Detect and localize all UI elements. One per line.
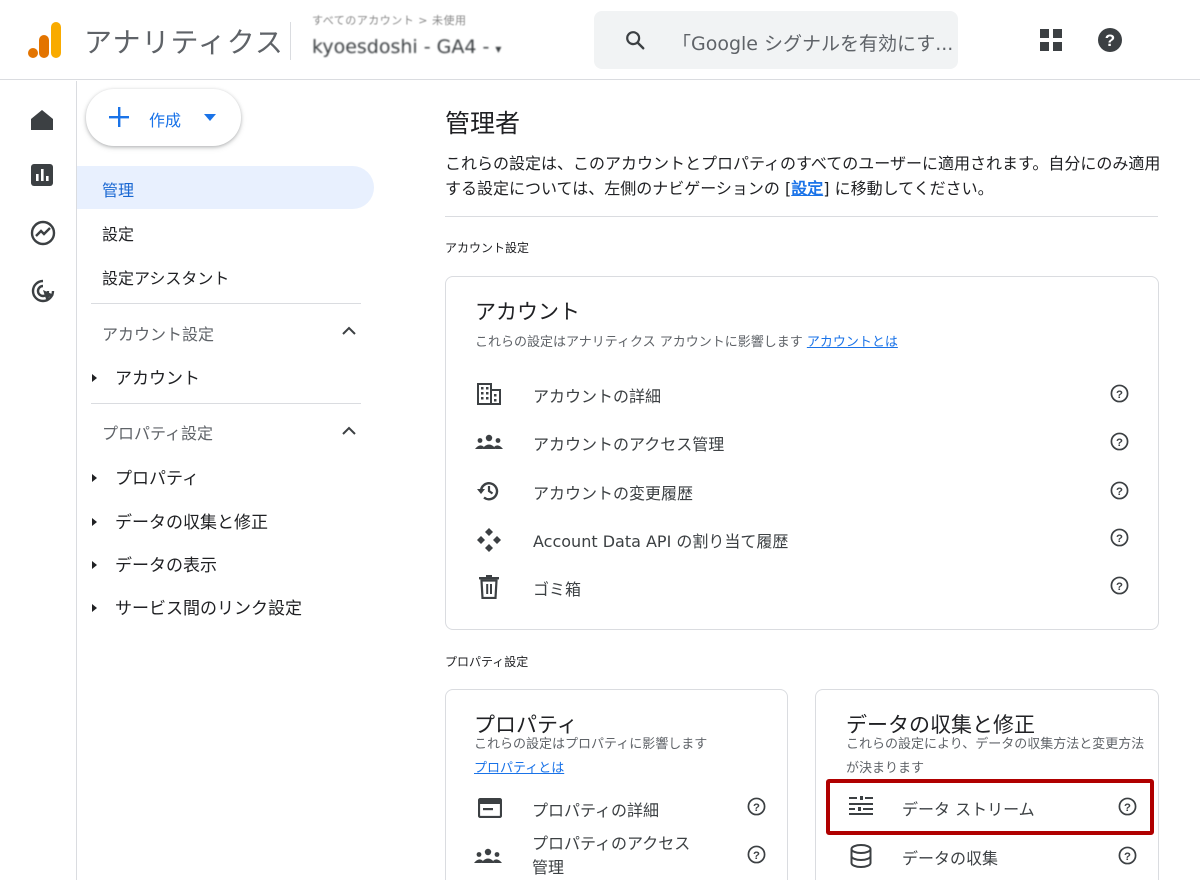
caret-down-icon — [204, 114, 216, 121]
svg-text:?: ? — [1116, 581, 1123, 593]
svg-text:?: ? — [1116, 486, 1123, 498]
card-subtitle: これらの設定はプロパティに影響します — [474, 737, 708, 752]
help-circle-icon[interactable]: ? — [1118, 846, 1137, 865]
building-icon — [477, 383, 501, 405]
account-breadcrumb[interactable]: すべてのアカウント > 未使用 — [312, 12, 467, 28]
account-picker-caret-icon: ▾ — [495, 42, 502, 56]
history-icon — [477, 482, 499, 501]
expand-arrow-icon — [92, 518, 97, 526]
nav-tree-label: サービス間のリンク設定 — [115, 599, 302, 619]
nav-item-admin[interactable]: 管理 — [102, 177, 134, 201]
app-title: アナリティクス — [84, 26, 284, 59]
nav-tree-data-display[interactable]: データの表示 — [92, 551, 217, 576]
nav-tree-account[interactable]: アカウント — [92, 364, 200, 389]
expand-arrow-icon — [92, 604, 97, 612]
card-subtitle: これらの設定はアナリティクス アカウントに影響します アカウントとは — [475, 331, 898, 355]
chevron-up-icon[interactable] — [342, 326, 356, 335]
nav-tree-label: アカウント — [115, 369, 200, 389]
help-circle-icon[interactable]: ? — [747, 845, 766, 864]
help-circle-icon[interactable]: ? — [1110, 481, 1129, 500]
header-divider — [290, 22, 291, 60]
svg-text:?: ? — [1124, 851, 1131, 863]
page-title: 管理者 — [445, 109, 521, 138]
svg-text:?: ? — [1116, 533, 1123, 545]
database-icon — [850, 844, 872, 868]
nav-divider — [91, 303, 361, 304]
plus-icon — [109, 107, 129, 127]
create-label: 作成 — [149, 111, 182, 130]
row-account-change-history[interactable]: アカウントの変更履歴 — [533, 480, 693, 504]
settings-link[interactable]: 設定 — [791, 179, 823, 198]
svg-text:?: ? — [753, 802, 760, 814]
account-picker[interactable]: kyoesdoshi - GA4 - ▾ — [312, 36, 501, 58]
nav-tree-label: プロパティ — [115, 469, 199, 489]
what-is-property-link[interactable]: プロパティとは — [474, 761, 564, 776]
row-property-access-management[interactable]: プロパティのアクセス 管理 — [532, 832, 690, 880]
analytics-logo-icon[interactable] — [28, 22, 62, 58]
nav-item-setup-assistant[interactable]: 設定アシスタント — [102, 265, 229, 289]
search-bar[interactable]: 「Google シグナルを有効にす... — [594, 11, 958, 69]
advertising-icon[interactable] — [30, 278, 56, 304]
help-circle-icon[interactable]: ? — [1110, 576, 1129, 595]
help-circle-icon[interactable]: ? — [1110, 384, 1129, 403]
create-button[interactable]: 作成 — [86, 89, 241, 146]
svg-text:?: ? — [1116, 437, 1123, 449]
search-icon — [626, 31, 645, 50]
nav-item-settings[interactable]: 設定 — [102, 221, 134, 245]
row-account-access-management[interactable]: アカウントのアクセス管理 — [533, 431, 724, 455]
help-circle-icon[interactable]: ? — [1110, 432, 1129, 451]
apps-grid-icon[interactable] — [1040, 29, 1062, 51]
explore-icon[interactable] — [30, 220, 56, 246]
reports-icon[interactable] — [30, 163, 54, 187]
row-account-details[interactable]: アカウントの詳細 — [533, 383, 661, 407]
row-trash[interactable]: ゴミ箱 — [533, 576, 581, 600]
card-subtitle-link-row: プロパティとは — [474, 757, 564, 781]
left-rail — [0, 81, 77, 880]
section-label-account: アカウント設定 — [445, 241, 530, 255]
home-icon[interactable] — [30, 109, 54, 131]
nav-section-property-settings[interactable]: プロパティ設定 — [102, 420, 213, 444]
nav-tree-label: データの収集と修正 — [115, 513, 268, 533]
svg-text:?: ? — [753, 850, 760, 862]
chevron-up-icon[interactable] — [342, 426, 356, 435]
people-icon — [475, 434, 503, 449]
svg-text:?: ? — [1116, 389, 1123, 401]
description-text-end: ] に移動してください。 — [823, 179, 994, 198]
expand-arrow-icon — [92, 474, 97, 482]
help-circle-icon[interactable]: ? — [1110, 528, 1129, 547]
row-property-details[interactable]: プロパティの詳細 — [532, 797, 659, 821]
highlight-box — [826, 779, 1154, 835]
account-name: kyoesdoshi - GA4 - — [312, 36, 490, 58]
api-icon — [477, 528, 501, 552]
card-subtitle-text: これらの設定はアナリティクス アカウントに影響します — [475, 335, 803, 350]
trash-icon — [479, 575, 499, 599]
card-title: アカウント — [475, 300, 580, 324]
nav-tree-label: データの表示 — [115, 556, 217, 576]
expand-arrow-icon — [92, 561, 97, 569]
nav-section-account-settings[interactable]: アカウント設定 — [102, 321, 214, 345]
account-card: アカウント これらの設定はアナリティクス アカウントに影響します アカウントとは… — [445, 276, 1159, 630]
search-input[interactable]: 「Google シグナルを有効にす... — [672, 29, 952, 56]
section-label-property: プロパティ設定 — [445, 655, 529, 669]
nav-tree-product-links[interactable]: サービス間のリンク設定 — [92, 594, 302, 619]
row-account-data-api-quota-history[interactable]: Account Data API の割り当て履歴 — [533, 528, 788, 552]
top-bar: アナリティクス すべてのアカウント > 未使用 kyoesdoshi - GA4… — [0, 0, 1200, 80]
card-subtitle: これらの設定により、データの収集方法と変更方法が決まります — [846, 737, 1145, 776]
property-details-icon — [478, 798, 502, 818]
nav-tree-data-collection[interactable]: データの収集と修正 — [92, 508, 268, 533]
page-description: これらの設定は、このアカウントとプロパティのすべてのユーザーに適用されます。自分… — [445, 151, 1175, 201]
what-is-account-link[interactable]: アカウントとは — [807, 335, 898, 350]
help-icon[interactable]: ? — [1097, 27, 1123, 53]
help-circle-icon[interactable]: ? — [747, 797, 766, 816]
svg-text:?: ? — [1105, 31, 1115, 50]
property-card: プロパティ これらの設定はプロパティに影響します プロパティとは プロパティの詳… — [445, 689, 788, 880]
nav-divider — [91, 403, 361, 404]
nav-tree-property[interactable]: プロパティ — [92, 464, 199, 489]
expand-arrow-icon — [92, 374, 97, 382]
divider — [445, 216, 1158, 217]
people-icon — [474, 848, 502, 863]
row-data-collection[interactable]: データの収集 — [902, 845, 998, 869]
